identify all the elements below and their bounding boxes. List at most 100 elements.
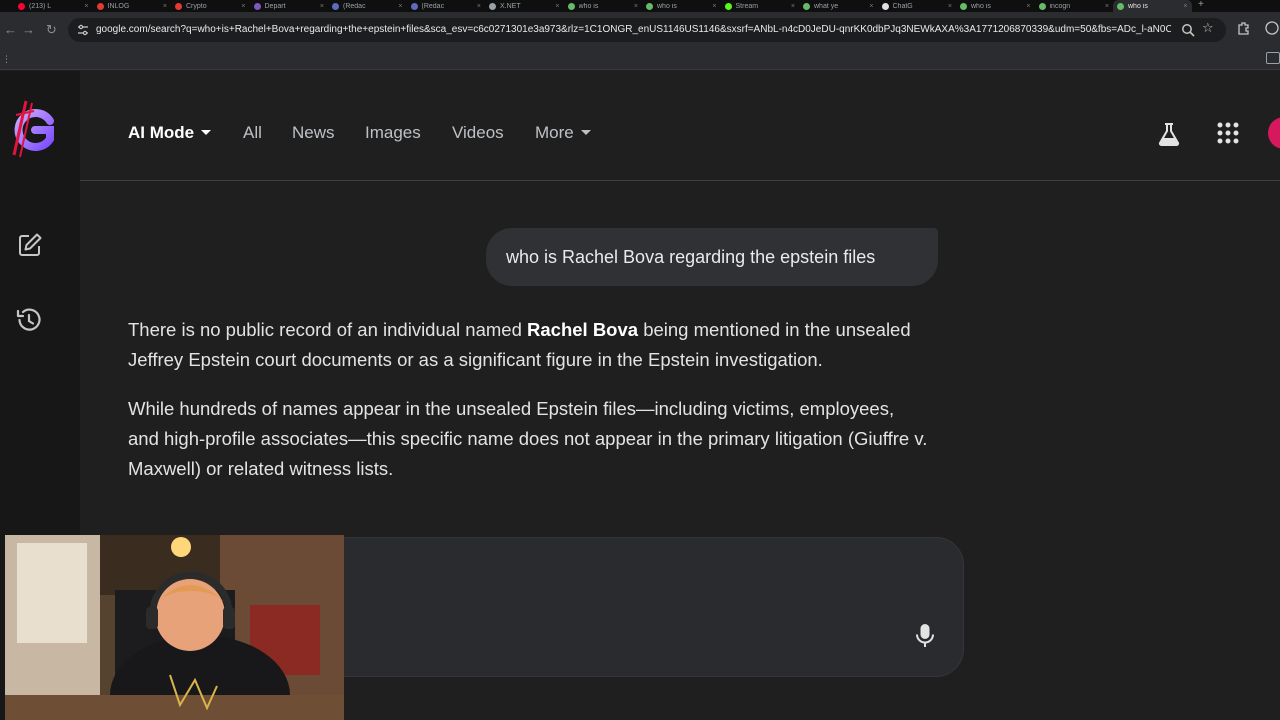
browser-tab[interactable]: (213) L × — [14, 0, 93, 12]
close-tab-icon[interactable]: × — [869, 3, 873, 10]
user-query-bubble: who is Rachel Bova regarding the epstein… — [486, 228, 938, 286]
browser-tab[interactable]: Stream × — [721, 0, 800, 12]
browser-tab[interactable]: what ye × — [799, 0, 878, 12]
tab-title: X.NET — [500, 2, 521, 10]
browser-tab[interactable]: (Redac × — [407, 0, 486, 12]
tab-favicon-icon — [253, 2, 261, 10]
site-info-icon[interactable] — [76, 23, 90, 37]
browser-tab[interactable]: INLOG × — [93, 0, 172, 12]
extensions-icon[interactable] — [1236, 20, 1252, 36]
chevron-down-icon — [580, 130, 591, 136]
tab-title: Crypto — [186, 2, 207, 10]
tab-favicon-icon — [175, 2, 182, 10]
bookmarks-bar: ⋮ — [0, 48, 1280, 70]
tab-title: what ye — [814, 2, 839, 10]
tab-favicon-icon — [724, 2, 732, 10]
bookmarks-folder-icon[interactable] — [1266, 52, 1280, 64]
edit-icon[interactable] — [16, 231, 44, 259]
close-tab-icon[interactable]: × — [1105, 3, 1109, 10]
tab-favicon-icon — [803, 2, 810, 10]
tab-title: who is — [1128, 2, 1148, 10]
close-tab-icon[interactable]: × — [477, 3, 481, 10]
close-tab-icon[interactable]: × — [948, 3, 952, 10]
chevron-down-icon — [201, 130, 212, 136]
tab-ai-mode[interactable]: AI Mode — [128, 123, 212, 143]
browser-tab[interactable]: X.NET × — [485, 0, 564, 12]
tab-favicon-icon — [1117, 2, 1124, 10]
tab-title: (213) L — [29, 2, 52, 10]
search-header: AI Mode All News Images Videos More — [80, 71, 1280, 181]
history-icon[interactable] — [14, 305, 44, 335]
tab-favicon-icon — [410, 2, 418, 10]
browser-tab[interactable]: Crypto × — [171, 0, 250, 12]
ai-answer: There is no public record of an individu… — [128, 315, 928, 503]
close-tab-icon[interactable]: × — [241, 3, 245, 10]
answer-paragraph: There is no public record of an individu… — [128, 315, 928, 375]
tab-title: ChatG — [892, 2, 913, 10]
tab-title: incogn — [1049, 2, 1071, 10]
mic-icon[interactable] — [913, 622, 937, 650]
tab-news[interactable]: News — [292, 123, 335, 143]
tab-favicon-icon — [646, 2, 653, 10]
url-text[interactable]: google.com/search?q=who+is+Rachel+Bova+r… — [96, 24, 1171, 36]
tab-ai-mode-label: AI Mode — [128, 123, 195, 142]
answer-paragraph: While hundreds of names appear in the un… — [128, 398, 928, 479]
tab-favicon-icon — [960, 2, 967, 10]
close-tab-icon[interactable]: × — [634, 3, 638, 10]
forward-button[interactable]: → — [22, 22, 35, 38]
browser-tab[interactable]: incogn × — [1035, 0, 1114, 12]
tab-favicon-icon — [96, 2, 104, 10]
tab-title: Depart — [264, 2, 286, 10]
tab-favicon-icon — [332, 2, 339, 10]
tab-title: Stream — [735, 2, 759, 10]
tab-favicon-icon — [1038, 2, 1046, 10]
close-tab-icon[interactable]: × — [163, 3, 167, 10]
tab-favicon-icon — [881, 2, 889, 10]
close-tab-icon[interactable]: × — [1183, 3, 1187, 10]
reload-button[interactable]: ↻ — [46, 22, 57, 38]
answer-bold-name: Rachel Bova — [527, 319, 639, 340]
browser-toolbar: ← → ↻ google.com/search?q=who+is+Rachel+… — [0, 12, 1280, 48]
g-logo-icon[interactable] — [8, 97, 58, 159]
apps-grid-icon[interactable] — [1217, 122, 1239, 144]
browser-tab[interactable]: who is × — [642, 0, 721, 12]
avatar[interactable] — [1268, 117, 1280, 149]
flask-icon[interactable] — [1156, 121, 1182, 147]
browser-tab[interactable]: (Redac × — [328, 0, 407, 12]
tab-videos[interactable]: Videos — [452, 123, 504, 143]
browser-tab[interactable]: ChatG × — [878, 0, 957, 12]
user-query-text: who is Rachel Bova regarding the epstein… — [506, 247, 876, 267]
close-tab-icon[interactable]: × — [320, 3, 324, 10]
browser-tab[interactable]: Depart × — [250, 0, 329, 12]
browser-tab[interactable]: who is × — [1113, 0, 1192, 12]
close-tab-icon[interactable]: × — [1026, 3, 1030, 10]
follow-up-input[interactable] — [280, 537, 964, 677]
apps-shortcut-icon[interactable]: ⋮ — [2, 54, 11, 65]
back-button[interactable]: ← — [4, 22, 17, 38]
tab-images[interactable]: Images — [365, 123, 421, 143]
close-tab-icon[interactable]: × — [84, 3, 88, 10]
new-tab-button[interactable]: + — [1198, 0, 1204, 10]
bookmark-star-icon[interactable]: ☆ — [1202, 20, 1214, 36]
tab-title: who is — [578, 2, 599, 10]
tab-strip: (213) L × INLOG × Crypto × Depart × (Redac × (Reda… — [0, 0, 1280, 12]
close-tab-icon[interactable]: × — [398, 3, 402, 10]
close-tab-icon[interactable]: × — [791, 3, 795, 10]
zoom-icon[interactable] — [1180, 22, 1196, 38]
answer-text: There is no public record of an individu… — [128, 319, 528, 340]
browser-tab[interactable]: who is × — [564, 0, 643, 12]
tab-title: who is — [657, 2, 677, 10]
tab-title: (Redac — [343, 2, 366, 10]
tab-favicon-icon — [567, 2, 575, 10]
tab-title: INLOG — [107, 2, 130, 10]
tab-favicon-icon — [489, 2, 496, 10]
tab-more-label: More — [535, 123, 574, 142]
tab-all[interactable]: All — [243, 123, 262, 143]
close-tab-icon[interactable]: × — [712, 3, 716, 10]
browser-tab[interactable]: who is × — [956, 0, 1035, 12]
address-bar[interactable]: google.com/search?q=who+is+Rachel+Bova+r… — [68, 18, 1226, 42]
tab-title: who is — [971, 2, 991, 10]
tab-more[interactable]: More — [535, 123, 591, 143]
profile-icon[interactable] — [1264, 20, 1280, 36]
close-tab-icon[interactable]: × — [555, 3, 559, 10]
